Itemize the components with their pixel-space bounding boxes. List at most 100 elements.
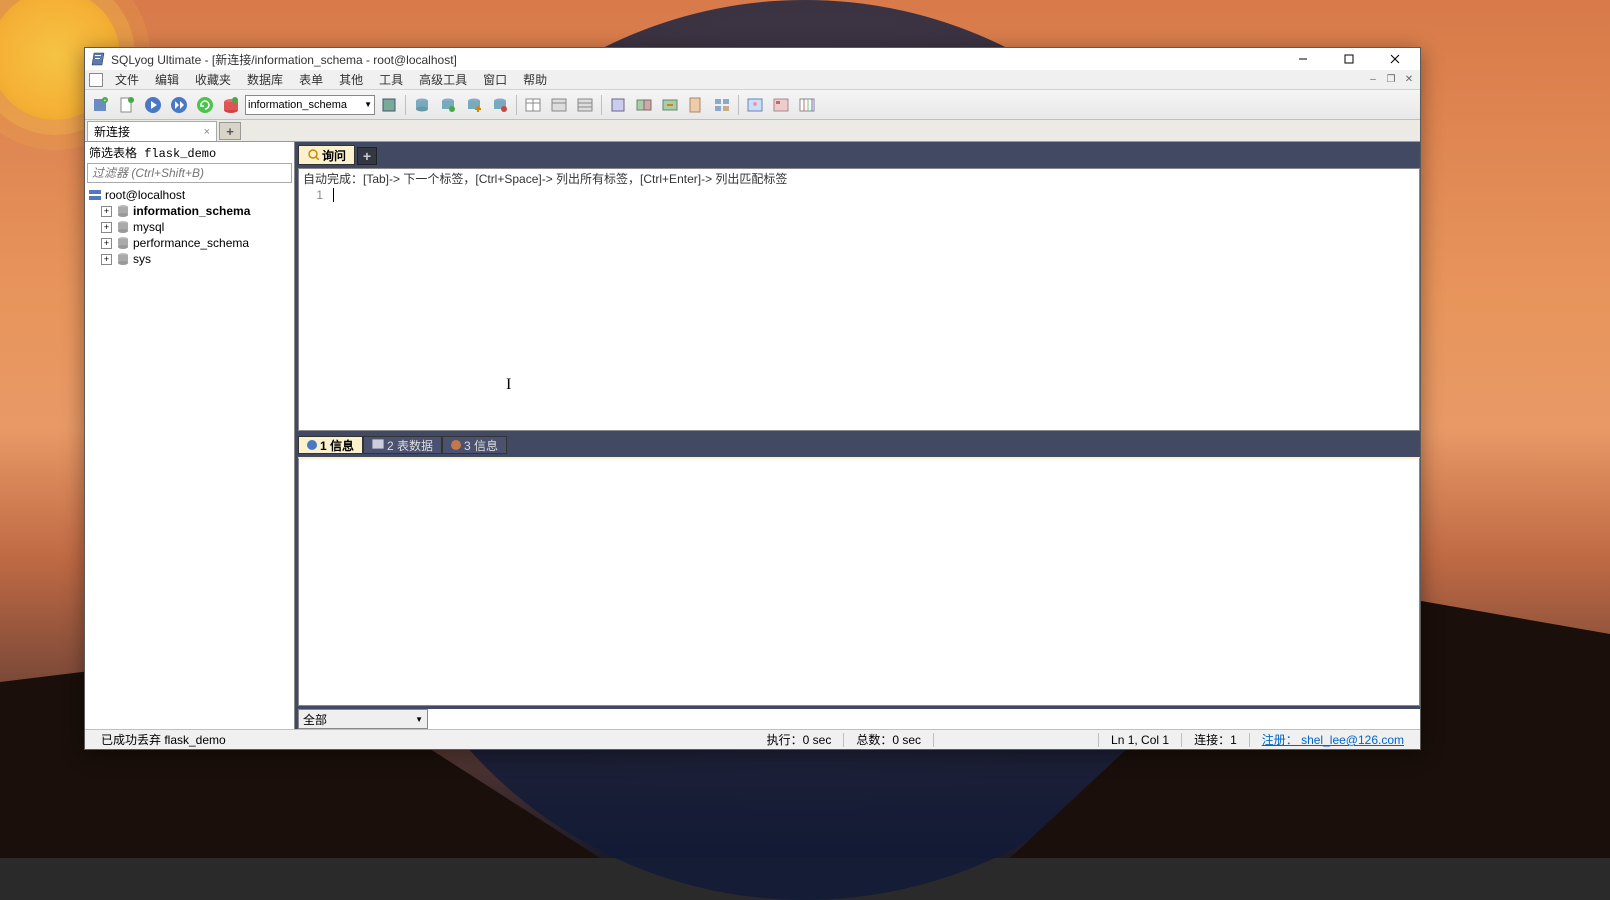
query-tab-icon — [307, 148, 319, 163]
expand-icon[interactable]: + — [101, 206, 112, 217]
titlebar[interactable]: SQLyog Ultimate - [新连接/information_schem… — [85, 48, 1420, 70]
tree-db-information-schema[interactable]: + information_schema — [87, 203, 292, 219]
menubar: 文件 编辑 收藏夹 数据库 表单 其他 工具 高级工具 窗口 帮助 – ❐ ✕ — [85, 70, 1420, 90]
info-icon — [451, 440, 461, 450]
db-export-button[interactable] — [436, 93, 460, 117]
mdi-system-icon[interactable] — [89, 73, 103, 87]
tree-db-mysql[interactable]: + mysql — [87, 219, 292, 235]
execute-query-button[interactable] — [141, 93, 165, 117]
table-button-2[interactable] — [547, 93, 571, 117]
tree-db-sys[interactable]: + sys — [87, 251, 292, 267]
menu-database[interactable]: 数据库 — [239, 69, 291, 90]
menu-favorites[interactable]: 收藏夹 — [187, 69, 239, 90]
connection-tab[interactable]: 新连接 × — [87, 121, 217, 141]
menu-window[interactable]: 窗口 — [475, 69, 515, 90]
tree-db-performance-schema[interactable]: + performance_schema — [87, 235, 292, 251]
schema-button-3[interactable] — [658, 93, 682, 117]
toolbar-separator — [516, 95, 517, 115]
expand-icon[interactable]: + — [101, 222, 112, 233]
schema-button-5[interactable] — [710, 93, 734, 117]
mdi-minimize[interactable]: – — [1366, 74, 1380, 85]
query-tab[interactable]: 询问 — [298, 145, 355, 165]
add-query-tab-button[interactable]: + — [357, 147, 377, 165]
menu-edit[interactable]: 编辑 — [147, 69, 187, 90]
tab-close-icon[interactable]: × — [204, 126, 210, 138]
editor-content[interactable] — [329, 188, 334, 202]
menu-file[interactable]: 文件 — [107, 69, 147, 90]
line-number-gutter: 1 — [299, 188, 329, 202]
expand-icon[interactable]: + — [101, 254, 112, 265]
result-tab-label: 3 信息 — [464, 437, 498, 454]
editor-result-area: 询问 + 自动完成：[Tab]-> 下一个标签，[Ctrl+Space]-> 列… — [295, 142, 1420, 729]
result-tabs: 1 信息 2 表数据 3 信息 — [298, 434, 1420, 454]
refresh-button[interactable] — [193, 93, 217, 117]
tree-root[interactable]: root@localhost — [87, 187, 292, 203]
minimize-button[interactable] — [1280, 48, 1326, 70]
result-tab-info2[interactable]: 3 信息 — [442, 436, 507, 454]
window-controls — [1280, 48, 1418, 70]
add-connection-tab-button[interactable]: + — [219, 122, 241, 140]
stop-button[interactable] — [219, 93, 243, 117]
result-pane[interactable] — [298, 457, 1420, 706]
toolbar-separator — [738, 95, 739, 115]
database-selector-value: information_schema — [248, 99, 347, 111]
result-filter-combo[interactable]: 全部 ▼ — [298, 709, 428, 729]
table-button-1[interactable] — [521, 93, 545, 117]
pref-button[interactable] — [769, 93, 793, 117]
window-title: SQLyog Ultimate - [新连接/information_schem… — [111, 51, 1280, 68]
database-icon — [115, 204, 131, 218]
table-icon — [372, 438, 384, 452]
menu-help[interactable]: 帮助 — [515, 69, 555, 90]
execute-all-button[interactable] — [167, 93, 191, 117]
expand-icon[interactable]: + — [101, 238, 112, 249]
dropdown-arrow-icon: ▼ — [415, 715, 423, 724]
result-filter-row: 全部 ▼ — [298, 709, 1420, 729]
close-button[interactable] — [1372, 48, 1418, 70]
schema-button-1[interactable] — [606, 93, 630, 117]
sql-editor[interactable]: 自动完成：[Tab]-> 下一个标签，[Ctrl+Space]-> 列出所有标签… — [298, 168, 1420, 431]
menu-tools[interactable]: 工具 — [371, 69, 411, 90]
editor-hint-text: 自动完成：[Tab]-> 下一个标签，[Ctrl+Space]-> 列出所有标签… — [299, 169, 1419, 188]
new-connection-button[interactable]: + — [89, 93, 113, 117]
database-tree[interactable]: root@localhost + information_schema + my… — [85, 185, 294, 729]
server-icon — [87, 188, 103, 202]
result-filter-value: 全部 — [303, 711, 327, 728]
database-icon — [115, 252, 131, 266]
menu-powertools[interactable]: 高级工具 — [411, 69, 475, 90]
toolbar: + information_schema ▼ — [85, 90, 1420, 120]
status-connections: 连接：1 — [1184, 731, 1247, 748]
toolbar-separator — [601, 95, 602, 115]
result-tab-label: 1 信息 — [320, 437, 354, 454]
mdi-close[interactable]: ✕ — [1402, 74, 1416, 85]
object-browser: 筛选表格 flask_demo root@localhost + informa… — [85, 142, 295, 729]
toolbar-separator — [405, 95, 406, 115]
status-total-time: 总数：0 sec — [846, 731, 931, 748]
tool-button-1[interactable] — [377, 93, 401, 117]
new-query-button[interactable] — [115, 93, 139, 117]
db-import-button[interactable] — [462, 93, 486, 117]
filter-input[interactable] — [87, 163, 292, 183]
result-tab-info1[interactable]: 1 信息 — [298, 436, 363, 454]
menu-table[interactable]: 表单 — [291, 69, 331, 90]
connection-tabs: 新连接 × + — [85, 120, 1420, 142]
database-icon — [115, 236, 131, 250]
table-button-3[interactable] — [573, 93, 597, 117]
tree-root-label: root@localhost — [105, 188, 185, 202]
schema-button-2[interactable] — [632, 93, 656, 117]
sqlyog-window: SQLyog Ultimate - [新连接/information_schem… — [84, 47, 1421, 750]
grid-button[interactable] — [795, 93, 819, 117]
db-sync-button[interactable] — [410, 93, 434, 117]
db-backup-button[interactable] — [488, 93, 512, 117]
schema-button-4[interactable] — [684, 93, 708, 117]
info-icon — [307, 440, 317, 450]
database-selector[interactable]: information_schema ▼ — [245, 95, 375, 115]
status-registration-link[interactable]: 注册： shel_lee@126.com — [1252, 731, 1414, 748]
result-tab-label: 2 表数据 — [387, 437, 433, 454]
mdi-restore[interactable]: ❐ — [1384, 74, 1398, 85]
status-message: 已成功丢弃 flask_demo — [91, 731, 236, 748]
maximize-button[interactable] — [1326, 48, 1372, 70]
user-button[interactable] — [743, 93, 767, 117]
database-icon — [115, 220, 131, 234]
result-tab-tabledata[interactable]: 2 表数据 — [363, 436, 442, 454]
menu-others[interactable]: 其他 — [331, 69, 371, 90]
